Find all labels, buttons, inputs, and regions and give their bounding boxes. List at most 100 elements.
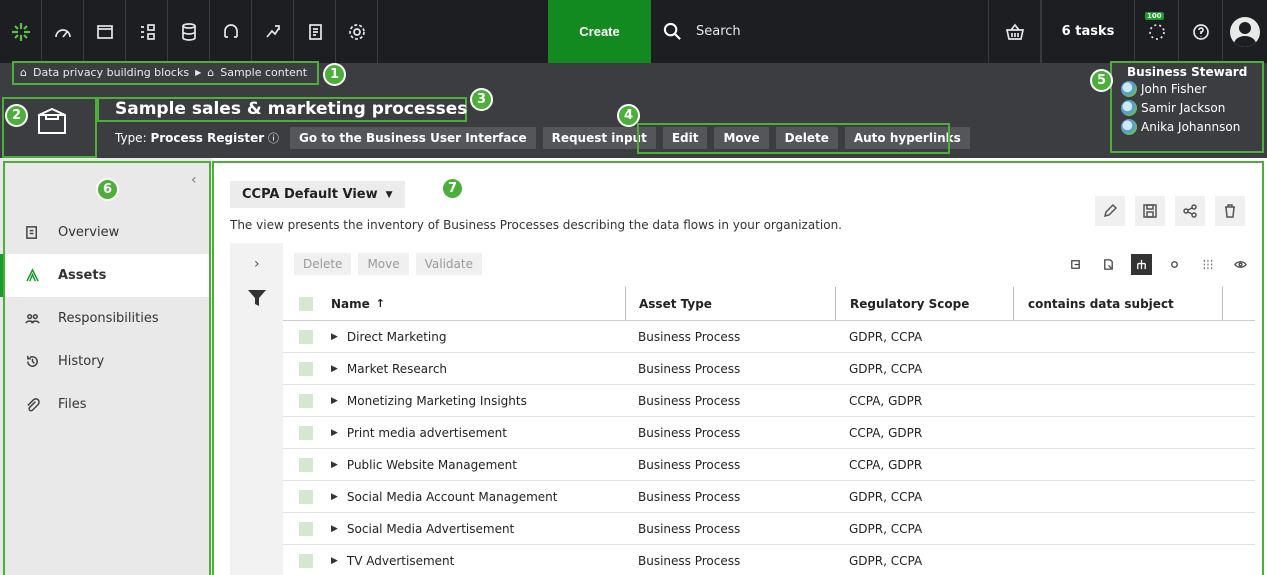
expand-row-icon[interactable]: ▶ bbox=[331, 556, 338, 566]
table-row[interactable]: ▶ Public Website Management Business Proce… bbox=[283, 449, 1255, 481]
main-panel: 7 CCPA Default View ▼ The view presents … bbox=[212, 158, 1267, 575]
view-selector[interactable]: CCPA Default View ▼ bbox=[230, 181, 405, 208]
reports-icon[interactable] bbox=[294, 0, 336, 63]
search-box[interactable]: Search bbox=[651, 0, 989, 63]
help-icon[interactable] bbox=[1179, 0, 1223, 63]
filter-icon[interactable] bbox=[247, 289, 267, 307]
table-row[interactable]: ▶ Direct Marketing Business Process GDPR, C… bbox=[283, 321, 1255, 353]
settings-icon[interactable] bbox=[336, 0, 378, 63]
share-icon bbox=[1183, 204, 1197, 218]
expand-row-icon[interactable]: ▶ bbox=[331, 460, 338, 470]
table-row[interactable]: ▶ Monetizing Marketing Insights Business P… bbox=[283, 385, 1255, 417]
eye-icon[interactable] bbox=[1230, 254, 1251, 275]
row-checkbox[interactable] bbox=[299, 553, 313, 568]
row-name[interactable]: Direct Marketing bbox=[347, 330, 447, 344]
row-regulatory-scope: GDPR, CCPA bbox=[849, 489, 923, 504]
export-icon[interactable] bbox=[1098, 254, 1119, 275]
filter-panel[interactable]: › bbox=[230, 243, 283, 575]
catalog-icon[interactable] bbox=[210, 0, 252, 63]
expand-filter-icon[interactable]: › bbox=[254, 256, 260, 272]
row-data-subject bbox=[1013, 321, 1223, 352]
search-icon bbox=[663, 22, 681, 40]
row-data-subject bbox=[1013, 481, 1223, 512]
save-view-button[interactable] bbox=[1135, 196, 1165, 226]
table-row[interactable]: ▶ Social Media Advertisement Business Proc… bbox=[283, 513, 1255, 545]
table-row[interactable]: ▶ Market Research Business Process GDPR, CC… bbox=[283, 353, 1255, 385]
basket-icon[interactable] bbox=[989, 0, 1041, 63]
pencil-icon bbox=[1103, 203, 1118, 218]
column-header-name[interactable]: Name bbox=[331, 297, 370, 311]
row-asset-type: Business Process bbox=[638, 553, 741, 568]
table-header: Name ↑ Asset Type Regulatory Scope conta… bbox=[283, 287, 1255, 321]
expand-row-icon[interactable]: ▶ bbox=[331, 332, 338, 342]
asset-type-label: Type: bbox=[115, 131, 147, 145]
row-checkbox[interactable] bbox=[299, 361, 313, 376]
column-header-asset-type[interactable]: Asset Type bbox=[625, 287, 835, 320]
row-name[interactable]: Social Media Account Management bbox=[347, 490, 558, 504]
info-icon[interactable]: ⓘ bbox=[268, 132, 279, 145]
column-header-regulatory-scope[interactable]: Regulatory Scope bbox=[835, 287, 1013, 320]
expand-row-icon[interactable]: ▶ bbox=[331, 492, 338, 502]
table-actions: Delete Move Validate bbox=[294, 253, 482, 275]
row-checkbox[interactable] bbox=[299, 489, 313, 504]
row-checkbox[interactable] bbox=[299, 521, 313, 536]
user-avatar[interactable] bbox=[1223, 0, 1267, 63]
row-data-subject bbox=[1013, 513, 1223, 544]
browse-icon[interactable] bbox=[84, 0, 126, 63]
diagram-icon[interactable] bbox=[126, 0, 168, 63]
business-ui-button[interactable]: Go to the Business User Interface bbox=[289, 127, 536, 149]
callout-5: 5 bbox=[1090, 69, 1113, 92]
app-logo-icon[interactable] bbox=[0, 0, 42, 63]
table-row[interactable]: ▶ TV Advertisement Business Process GDPR, C… bbox=[283, 545, 1255, 575]
row-checkbox[interactable] bbox=[299, 425, 313, 440]
asset-header: ⌂ Data privacy building blocks ▶ ⌂ Sampl… bbox=[0, 61, 1267, 158]
view-name: CCPA Default View bbox=[242, 187, 378, 202]
refresh-icon[interactable] bbox=[1065, 254, 1086, 275]
select-all-checkbox[interactable] bbox=[299, 296, 313, 311]
row-regulatory-scope: GDPR, CCPA bbox=[849, 521, 923, 536]
hierarchy-view-icon[interactable] bbox=[1131, 254, 1152, 275]
dashboard-icon[interactable] bbox=[42, 0, 84, 63]
delete-action-button[interactable]: Delete bbox=[294, 253, 352, 275]
row-name[interactable]: Monetizing Marketing Insights bbox=[347, 394, 527, 408]
view-description: The view presents the inventory of Busin… bbox=[230, 218, 842, 232]
expand-row-icon[interactable]: ▶ bbox=[331, 524, 338, 534]
move-action-button[interactable]: Move bbox=[358, 253, 409, 275]
share-view-button[interactable] bbox=[1175, 196, 1205, 226]
row-checkbox[interactable] bbox=[299, 393, 313, 408]
asset-type-value: Process Register bbox=[150, 131, 265, 145]
grid-view-icon[interactable] bbox=[1197, 254, 1218, 275]
sync-icon[interactable] bbox=[1164, 254, 1185, 275]
save-icon bbox=[1143, 204, 1157, 218]
row-name[interactable]: Public Website Management bbox=[347, 458, 517, 472]
delete-view-button[interactable] bbox=[1215, 196, 1245, 226]
database-icon[interactable] bbox=[168, 0, 210, 63]
row-regulatory-scope: CCPA, GDPR bbox=[849, 393, 923, 408]
expand-row-icon[interactable]: ▶ bbox=[331, 396, 338, 406]
row-name[interactable]: Social Media Advertisement bbox=[347, 522, 514, 536]
column-header-data-subject[interactable]: contains data subject bbox=[1013, 287, 1223, 320]
row-regulatory-scope: CCPA, GDPR bbox=[849, 457, 923, 472]
collapse-sidebar-icon[interactable]: ‹ bbox=[191, 172, 197, 188]
expand-row-icon[interactable]: ▶ bbox=[331, 364, 338, 374]
callout-4: 4 bbox=[617, 104, 640, 127]
row-data-subject bbox=[1013, 417, 1223, 448]
row-regulatory-scope: GDPR, CCPA bbox=[849, 553, 923, 568]
edit-view-button[interactable] bbox=[1095, 196, 1125, 226]
table-row[interactable]: ▶ Print media advertisement Business Proce… bbox=[283, 417, 1255, 449]
row-name[interactable]: Market Research bbox=[347, 362, 447, 376]
callout-6: 6 bbox=[96, 178, 119, 201]
notifications-icon[interactable]: 100 bbox=[1135, 0, 1179, 63]
row-name[interactable]: Print media advertisement bbox=[347, 426, 507, 440]
search-placeholder: Search bbox=[696, 24, 741, 39]
validate-action-button[interactable]: Validate bbox=[415, 253, 482, 275]
expand-row-icon[interactable]: ▶ bbox=[331, 428, 338, 438]
table-row[interactable]: ▶ Social Media Account Management Business… bbox=[283, 481, 1255, 513]
row-checkbox[interactable] bbox=[299, 457, 313, 472]
row-checkbox[interactable] bbox=[299, 329, 313, 344]
row-data-subject bbox=[1013, 385, 1223, 416]
lineage-icon[interactable] bbox=[252, 0, 294, 63]
row-name[interactable]: TV Advertisement bbox=[347, 554, 454, 568]
tasks-button[interactable]: 6 tasks bbox=[1041, 0, 1135, 63]
create-button[interactable]: Create bbox=[548, 0, 651, 63]
